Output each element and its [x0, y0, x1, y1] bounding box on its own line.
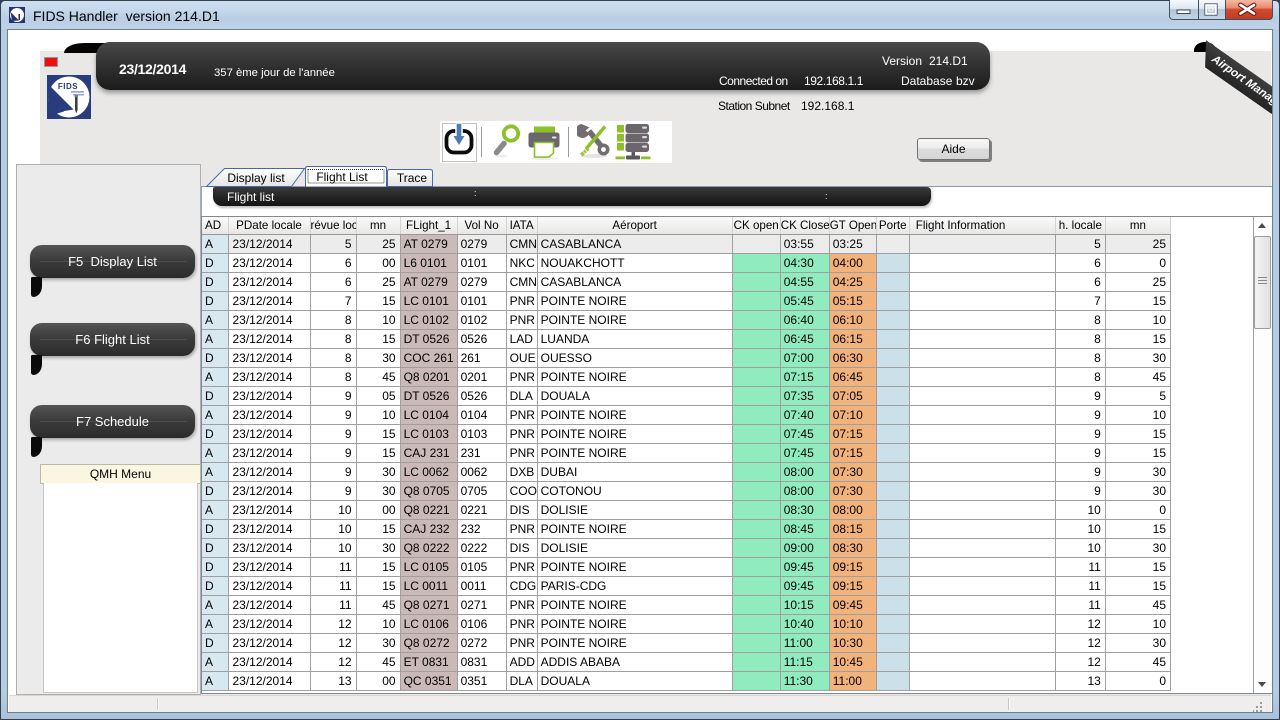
- svg-text:FIDS: FIDS: [58, 82, 78, 91]
- svg-text:Trace: Trace: [397, 171, 428, 185]
- svg-text:Display list: Display list: [227, 171, 285, 185]
- svg-text:Flight List: Flight List: [316, 170, 368, 184]
